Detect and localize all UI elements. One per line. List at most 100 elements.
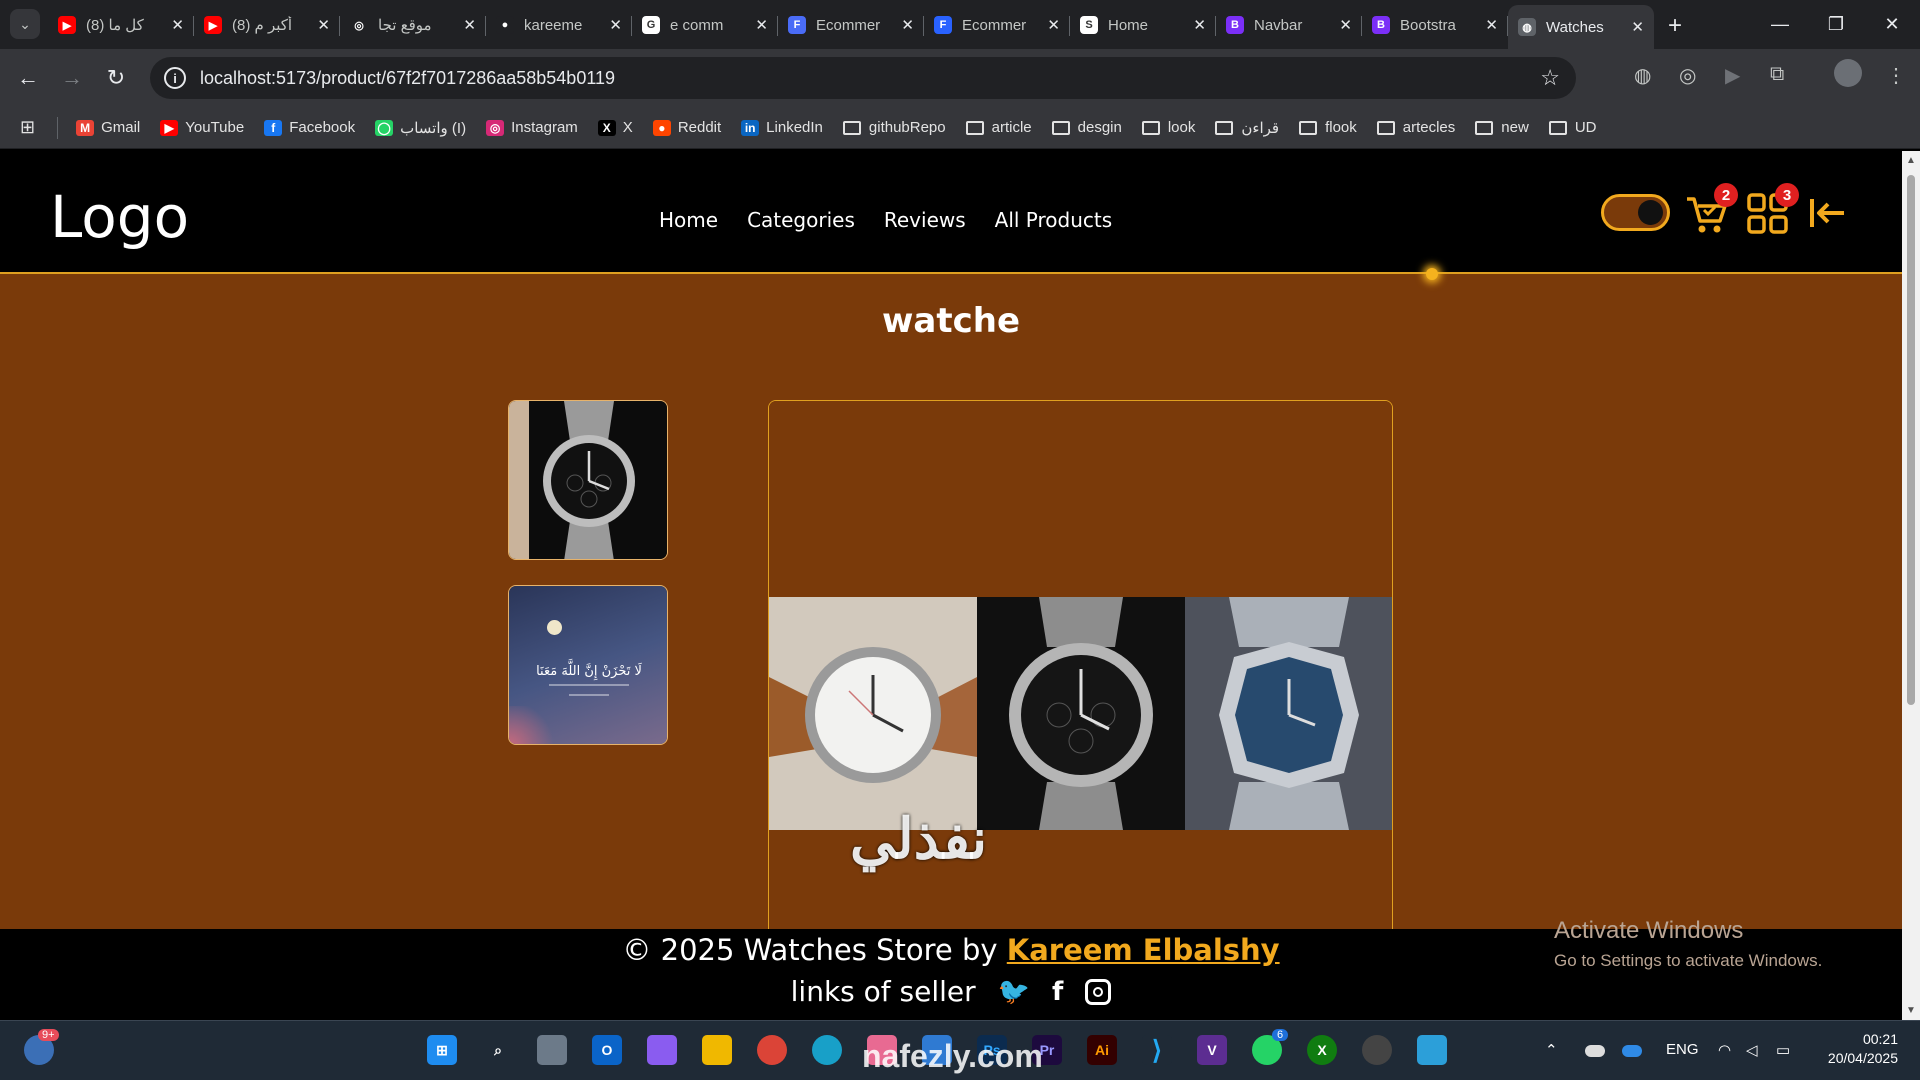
tab-close-icon[interactable]: ✕ (1631, 18, 1644, 36)
bookmark-folder[interactable]: new (1475, 119, 1529, 137)
address-bar[interactable]: i ☆ (150, 57, 1576, 99)
tab-close-icon[interactable]: ✕ (463, 16, 476, 34)
scroll-up-icon[interactable]: ▲ (1906, 155, 1916, 166)
back-button[interactable]: ← (6, 65, 50, 91)
site-logo[interactable]: Logo (50, 183, 189, 251)
notepad-icon[interactable] (1417, 1035, 1447, 1065)
wifi-icon[interactable]: ◠ (1718, 1041, 1731, 1059)
tab-close-icon[interactable]: ✕ (317, 16, 330, 34)
minimize-icon[interactable]: — (1752, 0, 1808, 48)
tab-close-icon[interactable]: ✕ (1339, 16, 1352, 34)
bookmark-folder[interactable]: artecles (1376, 119, 1455, 137)
browser-tab[interactable]: B Bootstra ✕ (1362, 5, 1508, 45)
browser-tab[interactable]: F Ecommer ✕ (778, 5, 924, 45)
search-icon[interactable]: ⌕ (483, 1035, 513, 1065)
onedrive-icon[interactable] (1622, 1045, 1642, 1057)
tab-close-icon[interactable]: ✕ (1047, 16, 1060, 34)
play-extension-icon[interactable]: ▶ (1725, 63, 1740, 88)
new-tab-button[interactable]: + (1668, 12, 1682, 40)
tab-close-icon[interactable]: ✕ (1485, 16, 1498, 34)
grid-menu-button[interactable]: 3 (1745, 183, 1799, 237)
instagram-icon[interactable] (1085, 978, 1112, 1005)
browser-tab[interactable]: ◍ Watches ✕ (1508, 5, 1654, 49)
apps-grid-icon[interactable]: ⊞ (20, 117, 35, 138)
moon-icon (547, 620, 562, 635)
start-windows-icon[interactable]: ⊞ (427, 1035, 457, 1065)
obs-icon[interactable] (1362, 1035, 1392, 1065)
browser-tab[interactable]: ▶ (8) أكبر م ✕ (194, 5, 340, 45)
browser-tab[interactable]: B Navbar ✕ (1216, 5, 1362, 45)
glasses-extension-icon[interactable]: ◎ (1679, 63, 1696, 88)
bookmark-facebook[interactable]: f Facebook (264, 119, 355, 137)
tab-close-icon[interactable]: ✕ (901, 16, 914, 34)
bookmark-folder[interactable]: look (1141, 119, 1195, 137)
facebook-icon[interactable]: f (1052, 977, 1063, 1007)
profile-avatar[interactable] (1834, 59, 1862, 87)
page-scrollbar[interactable]: ▲ ▼ (1902, 151, 1920, 1020)
bookmark-folder[interactable]: desgin (1051, 119, 1122, 137)
globe-extension-icon[interactable]: ◍ (1634, 63, 1651, 88)
tray-overflow-icon[interactable]: ⌃ (1545, 1041, 1558, 1059)
close-window-icon[interactable]: ✕ (1864, 0, 1920, 48)
bookmark-folder[interactable]: article (965, 119, 1032, 137)
edge-icon[interactable] (812, 1035, 842, 1065)
bookmark-x[interactable]: XX (597, 119, 633, 137)
bookmark-reddit[interactable]: ● Reddit (652, 119, 721, 137)
chrome-icon[interactable] (757, 1035, 787, 1065)
tab-close-icon[interactable]: ✕ (609, 16, 622, 34)
language-indicator[interactable]: ENG (1666, 1041, 1699, 1058)
browser-tab[interactable]: S Home ✕ (1070, 5, 1216, 45)
bookmark-folder[interactable]: flook (1299, 119, 1357, 137)
url-input[interactable] (200, 67, 1541, 89)
product-thumbnail-1[interactable] (508, 400, 668, 560)
browser-tab[interactable]: F Ecommer ✕ (924, 5, 1070, 45)
tab-close-icon[interactable]: ✕ (1193, 16, 1206, 34)
tab-search-button[interactable]: ⌄ (10, 9, 40, 39)
task-view-icon[interactable] (537, 1035, 567, 1065)
tab-close-icon[interactable]: ✕ (755, 16, 768, 34)
browser-tab[interactable]: ● kareeme ✕ (486, 5, 632, 45)
bookmark-youtube[interactable]: ▶ YouTube (160, 119, 244, 137)
forward-button[interactable]: → (50, 65, 94, 91)
volume-icon[interactable]: ◁ (1746, 1041, 1758, 1059)
nav-categories[interactable]: Categories (747, 208, 855, 232)
cloud-icon[interactable] (1585, 1045, 1605, 1057)
battery-icon[interactable]: ▭ (1776, 1041, 1790, 1059)
bookmark-folder[interactable]: UD (1548, 119, 1596, 137)
outlook-icon[interactable]: O (592, 1035, 622, 1065)
cart-button[interactable]: 2 (1684, 183, 1738, 237)
bookmark-whatsapp[interactable]: ◯ واتساب (I) (375, 119, 466, 137)
tab-close-icon[interactable]: ✕ (171, 16, 184, 34)
nav-all-products[interactable]: All Products (995, 208, 1113, 232)
product-thumbnail-2[interactable]: لَا تَحْزَنْ إِنَّ اللَّهَ مَعَنَا (508, 585, 668, 745)
scroll-down-icon[interactable]: ▼ (1906, 1005, 1916, 1016)
extensions-puzzle-icon[interactable]: ⧉ (1770, 63, 1784, 86)
bookmark-folder[interactable]: قراءن (1215, 119, 1279, 137)
bookmark-instagram[interactable]: ◎ Instagram (486, 119, 578, 137)
bookmark-folder[interactable]: githubRepo (842, 119, 946, 137)
theme-toggle[interactable] (1601, 194, 1670, 231)
site-info-icon[interactable]: i (164, 67, 186, 89)
bookmark-linkedin[interactable]: in LinkedIn (741, 119, 823, 137)
file-explorer-icon[interactable] (702, 1035, 732, 1065)
nav-reviews[interactable]: Reviews (884, 208, 966, 232)
copilot-icon[interactable] (647, 1035, 677, 1065)
xbox-icon[interactable]: X (1307, 1035, 1337, 1065)
vscode-icon[interactable]: ⟩ (1142, 1035, 1172, 1065)
browser-tab[interactable]: Ge comm ✕ (632, 5, 778, 45)
visual-studio-icon[interactable]: V (1197, 1035, 1227, 1065)
nav-home[interactable]: Home (659, 208, 718, 232)
author-link[interactable]: Kareem Elbalshy (1007, 933, 1280, 967)
browser-tab[interactable]: ◎ موقع تجا ✕ (340, 5, 486, 45)
menu-kebab-icon[interactable]: ⋮ (1886, 63, 1906, 88)
reload-button[interactable]: ↻ (94, 65, 138, 91)
logout-button[interactable] (1806, 191, 1852, 237)
scrollbar-thumb[interactable] (1907, 175, 1915, 705)
bookmark-star-icon[interactable]: ☆ (1540, 65, 1560, 91)
browser-tab[interactable]: ▶ (8) كل ما ✕ (48, 5, 194, 45)
clock[interactable]: 00:21 20/04/2025 (1818, 1031, 1898, 1066)
twitter-icon[interactable]: 🐦 (998, 977, 1030, 1007)
illustrator-icon[interactable]: Ai (1087, 1035, 1117, 1065)
restore-icon[interactable]: ❐ (1808, 0, 1864, 48)
bookmark-gmail[interactable]: M Gmail (76, 119, 140, 137)
